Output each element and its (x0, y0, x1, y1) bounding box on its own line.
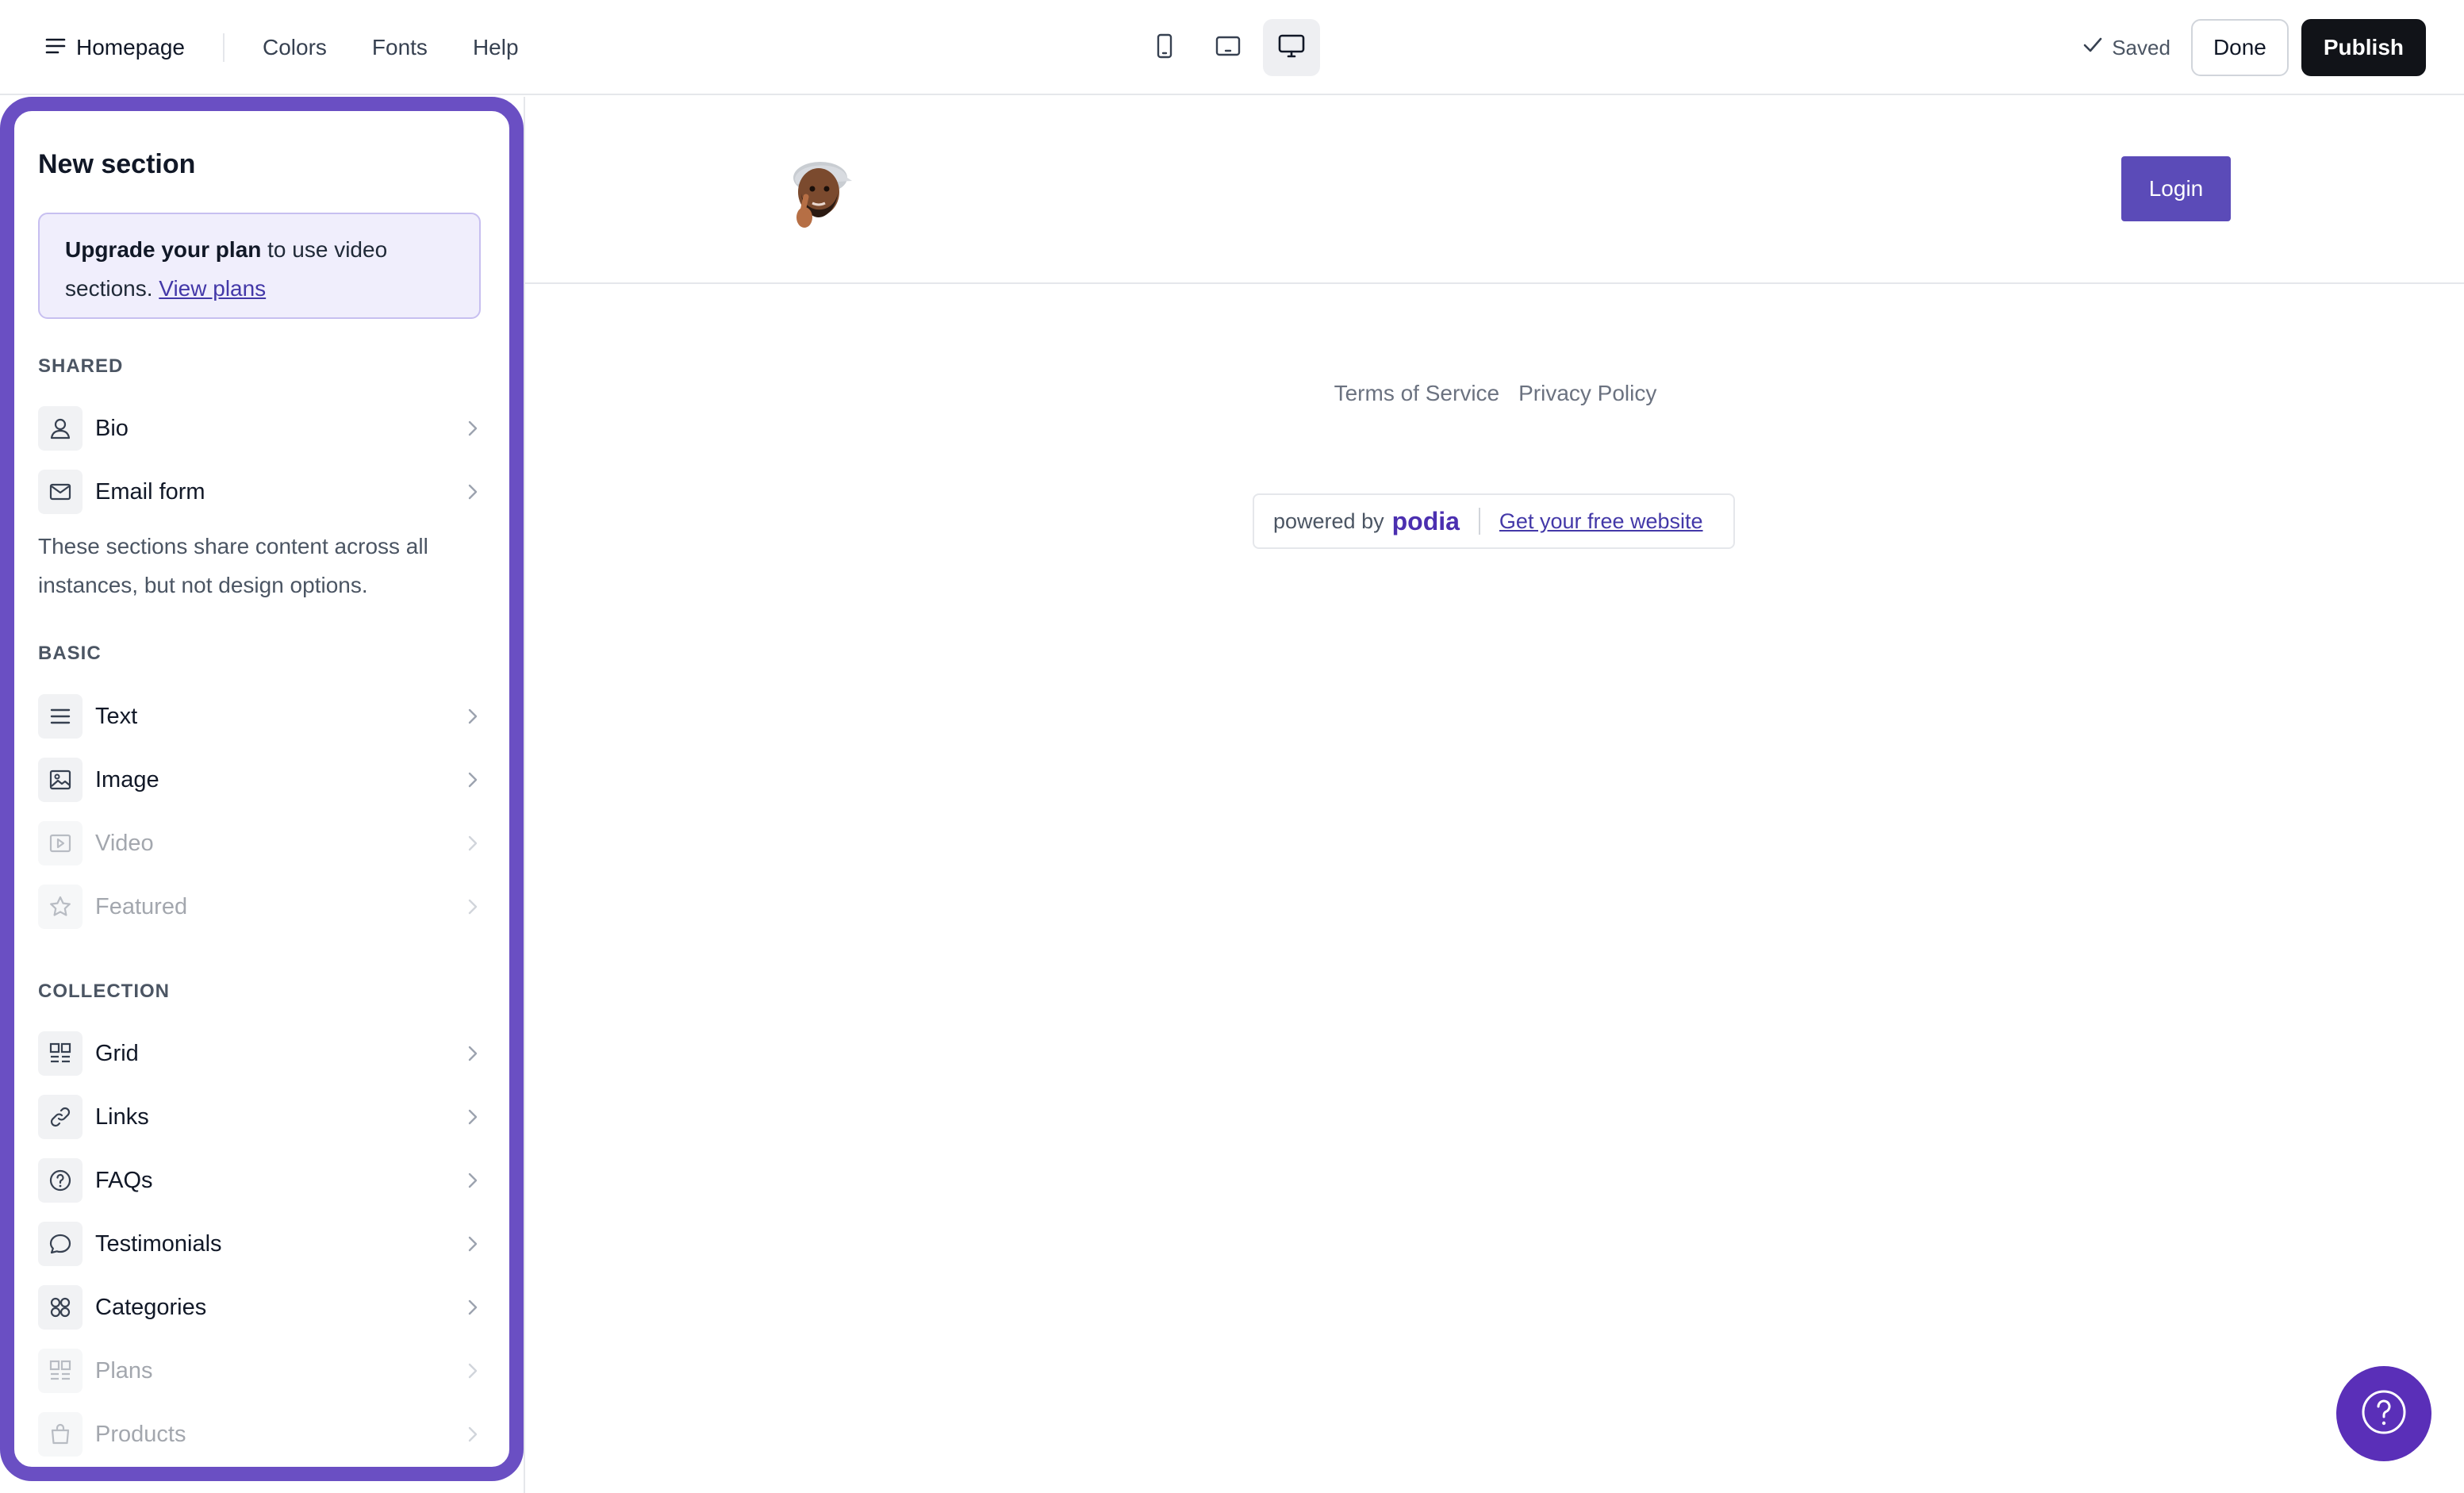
site-header[interactable]: Login (525, 97, 2464, 284)
desktop-preview-button[interactable] (1263, 19, 1320, 76)
section-option-grid[interactable]: Grid (38, 1030, 482, 1077)
device-switcher (1136, 19, 1320, 76)
section-option-label: Text (95, 703, 138, 729)
section-option-faqs[interactable]: FAQs (38, 1157, 482, 1204)
tablet-preview-button[interactable] (1199, 19, 1257, 76)
categories-icon (38, 1285, 83, 1330)
video-icon (38, 821, 83, 865)
section-option-testimonials[interactable]: Testimonials (38, 1220, 482, 1268)
tablet-icon (1215, 33, 1242, 63)
done-button[interactable]: Done (2190, 19, 2289, 76)
login-button[interactable]: Login (2121, 156, 2231, 221)
section-heading-collection: COLLECTION (38, 981, 170, 1002)
view-plans-link[interactable]: View plans (159, 276, 266, 301)
section-option-featured: Featured (38, 883, 482, 931)
powered-by-badge: powered by podia Get your free website (1253, 493, 1735, 549)
hamburger-icon (44, 35, 67, 61)
chevron-right-icon (463, 835, 482, 852)
section-option-label: Plans (95, 1357, 153, 1384)
image-icon (38, 758, 83, 802)
grid-icon (38, 1349, 83, 1393)
podia-logo: podia (1391, 506, 1460, 535)
chevron-right-icon (463, 483, 482, 501)
section-option-email-form[interactable]: Email form (38, 468, 482, 516)
panel-title: New section (38, 149, 196, 179)
section-option-links[interactable]: Links (38, 1093, 482, 1141)
get-free-website-link[interactable]: Get your free website (1499, 509, 1703, 534)
checkmark-icon (2082, 34, 2104, 62)
colors-link[interactable]: Colors (263, 35, 327, 60)
section-option-label: Testimonials (95, 1230, 222, 1257)
chevron-right-icon (463, 1045, 482, 1062)
mobile-icon (1153, 33, 1176, 63)
section-option-label: Image (95, 766, 159, 793)
section-option-label: Products (95, 1421, 186, 1447)
shopping-bag-icon (38, 1412, 83, 1457)
terms-of-service-link[interactable]: Terms of Service (1334, 381, 1500, 406)
desktop-icon (1277, 33, 1306, 63)
chevron-right-icon (463, 771, 482, 789)
link-icon (38, 1095, 83, 1139)
section-option-categories[interactable]: Categories (38, 1284, 482, 1331)
publish-button[interactable]: Publish (2301, 19, 2426, 76)
section-option-label: Grid (95, 1040, 139, 1066)
section-option-text[interactable]: Text (38, 693, 482, 740)
section-option-plans: Plans (38, 1347, 482, 1395)
mail-icon (38, 470, 83, 514)
save-status: Saved (2082, 34, 2170, 62)
chevron-right-icon (463, 1108, 482, 1126)
user-icon (38, 406, 83, 451)
upgrade-notice: Upgrade your plan to use video sections.… (38, 213, 481, 319)
speech-bubble-icon (38, 1222, 83, 1266)
section-option-video: Video (38, 819, 482, 867)
powered-by-text: powered by (1273, 509, 1384, 533)
section-heading-shared: SHARED (38, 355, 124, 377)
badge-divider (1478, 508, 1480, 535)
chevron-right-icon (463, 708, 482, 725)
new-section-panel: New section Upgrade your plan to use vid… (0, 97, 524, 1481)
avatar (781, 144, 857, 232)
chevron-right-icon (463, 898, 482, 915)
chevron-right-icon (463, 1235, 482, 1253)
shared-sections-note: These sections share content across all … (38, 534, 428, 597)
page-menu-button[interactable]: Homepage (44, 35, 185, 61)
section-option-label: Bio (95, 415, 129, 441)
section-option-label: Links (95, 1103, 149, 1130)
section-heading-basic: BASIC (38, 643, 102, 664)
section-option-image[interactable]: Image (38, 756, 482, 804)
upgrade-plan-text: Upgrade your plan (65, 237, 262, 262)
chevron-right-icon (463, 1299, 482, 1316)
section-option-label: Video (95, 830, 154, 856)
toolbar-divider (222, 33, 225, 62)
page-name: Homepage (76, 35, 185, 59)
grid-icon (38, 1031, 83, 1076)
section-option-label: FAQs (95, 1167, 153, 1193)
chevron-right-icon (463, 1426, 482, 1443)
section-option-label: Email form (95, 478, 205, 505)
help-link[interactable]: Help (473, 35, 519, 60)
text-lines-icon (38, 694, 83, 739)
star-icon (38, 885, 83, 929)
top-toolbar: Homepage Colors Fonts Help Saved Done Pu… (0, 0, 2464, 95)
footer-links: Terms of Service Privacy Policy (525, 381, 2464, 406)
section-option-bio[interactable]: Bio (38, 405, 482, 452)
privacy-policy-link[interactable]: Privacy Policy (1518, 381, 1656, 406)
chevron-right-icon (463, 1172, 482, 1189)
toolbar-left: Homepage Colors Fonts Help (44, 0, 564, 95)
section-option-products: Products (38, 1410, 482, 1458)
help-chat-button[interactable] (2336, 1366, 2431, 1461)
site-preview-canvas: Login Terms of Service Privacy Policy po… (524, 97, 2464, 1493)
chevron-right-icon (463, 420, 482, 437)
fonts-link[interactable]: Fonts (372, 35, 428, 60)
question-circle-icon (2358, 1387, 2409, 1441)
chevron-right-icon (463, 1362, 482, 1380)
section-option-label: Categories (95, 1294, 207, 1320)
toolbar-right: Saved Done Publish (2082, 19, 2426, 76)
question-circle-icon (38, 1158, 83, 1203)
section-option-label: Featured (95, 893, 188, 919)
mobile-preview-button[interactable] (1136, 19, 1193, 76)
saved-label: Saved (2112, 35, 2170, 59)
